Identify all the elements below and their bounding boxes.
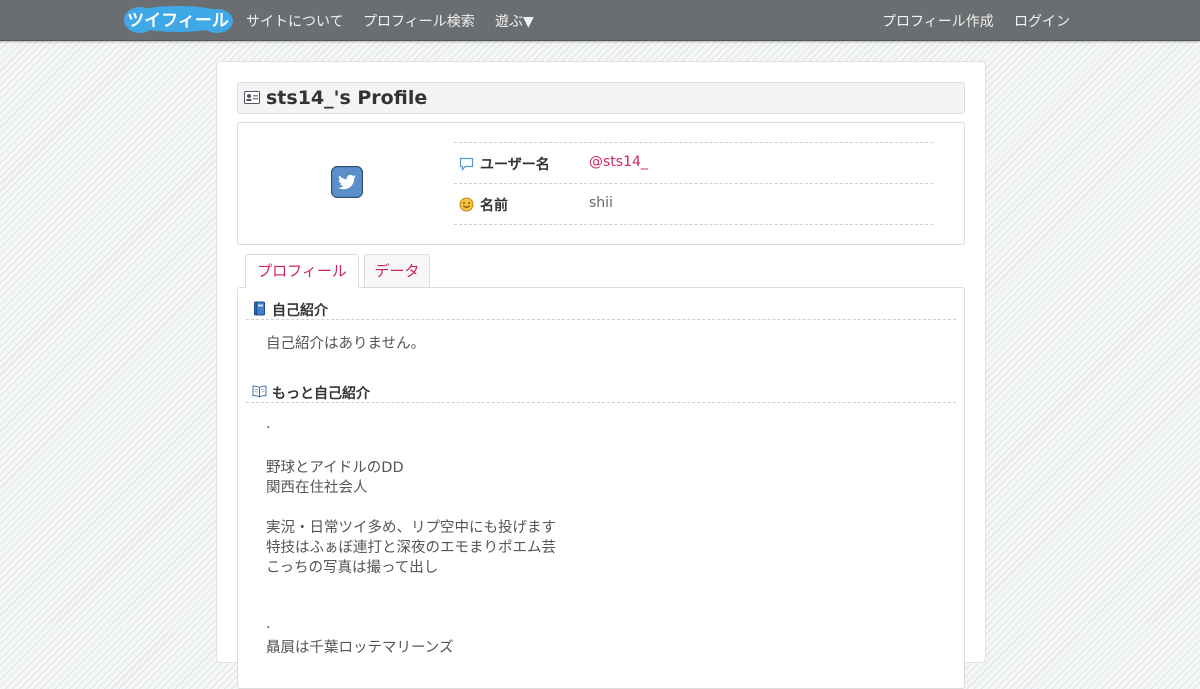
more-intro-section-header: もっと自己紹介 [246, 380, 956, 403]
username-label: ユーザー名 [480, 157, 550, 173]
name-label: 名前 [480, 198, 508, 214]
tab-content: 自己紹介 自己紹介はありません。 もっと自己紹介 . 野球とアイドルのDD 関西在住… [237, 287, 965, 689]
logo-text: ツイフィール [127, 11, 229, 31]
twitter-bird-icon[interactable] [331, 166, 363, 198]
open-book-icon [252, 385, 267, 398]
notebook-icon [254, 301, 265, 316]
site-logo[interactable]: ツイフィール [122, 4, 234, 35]
tab-profile[interactable]: プロフィール [245, 254, 359, 289]
username-link[interactable]: @sts14_ [589, 154, 648, 170]
title-bar: sts14_'s Profile [237, 82, 965, 114]
bio-line: 特技はふぁぼ連打と深夜のエモまりポエム芸 [266, 540, 556, 556]
nav-login-link[interactable]: ログイン [1014, 11, 1070, 31]
intro-section-header: 自己紹介 [246, 297, 956, 320]
name-row: 名前 shii [454, 183, 933, 225]
nav-play-menu[interactable]: 遊ぶ▼ [495, 11, 534, 31]
bio-line: . [266, 416, 271, 432]
bio-line: 贔屓は千葉ロッテマリーンズ [266, 640, 454, 656]
username-row: ユーザー名 @sts14_ [454, 142, 933, 183]
profile-info-table: ユーザー名 @sts14_ 名前 shii [454, 142, 933, 225]
name-value: shii [589, 195, 613, 211]
smiley-icon [459, 197, 474, 212]
bio-line: 関西在住社会人 [266, 480, 368, 496]
intro-section-title: 自己紹介 [272, 303, 328, 319]
nav-create-profile-link[interactable]: プロフィール作成 [882, 11, 994, 31]
page-title: sts14_'s Profile [266, 87, 428, 109]
bio-line: こっちの写真は撮って出し [266, 560, 439, 576]
nav-about-link[interactable]: サイトについて [246, 11, 344, 31]
bio-line: 野球とアイドルのDD [266, 460, 404, 476]
tab-data[interactable]: データ [364, 254, 430, 287]
main-panel: sts14_'s Profile ユーザー名 @sts14_ 名前 shii プ… [216, 61, 986, 689]
nav-search-link[interactable]: プロフィール検索 [363, 11, 475, 31]
intro-text: 自己紹介はありません。 [266, 336, 426, 352]
top-navbar: ツイフィール サイトについて プロフィール検索 遊ぶ▼ プロフィール作成 ログイ… [0, 0, 1200, 41]
profile-summary: ユーザー名 @sts14_ 名前 shii [237, 122, 965, 245]
speech-bubble-icon [459, 157, 474, 171]
bio-line: 実況・日常ツイ多め、リプ空中にも投げます [266, 520, 556, 536]
more-intro-section-title: もっと自己紹介 [272, 386, 370, 402]
id-card-icon [244, 91, 260, 104]
